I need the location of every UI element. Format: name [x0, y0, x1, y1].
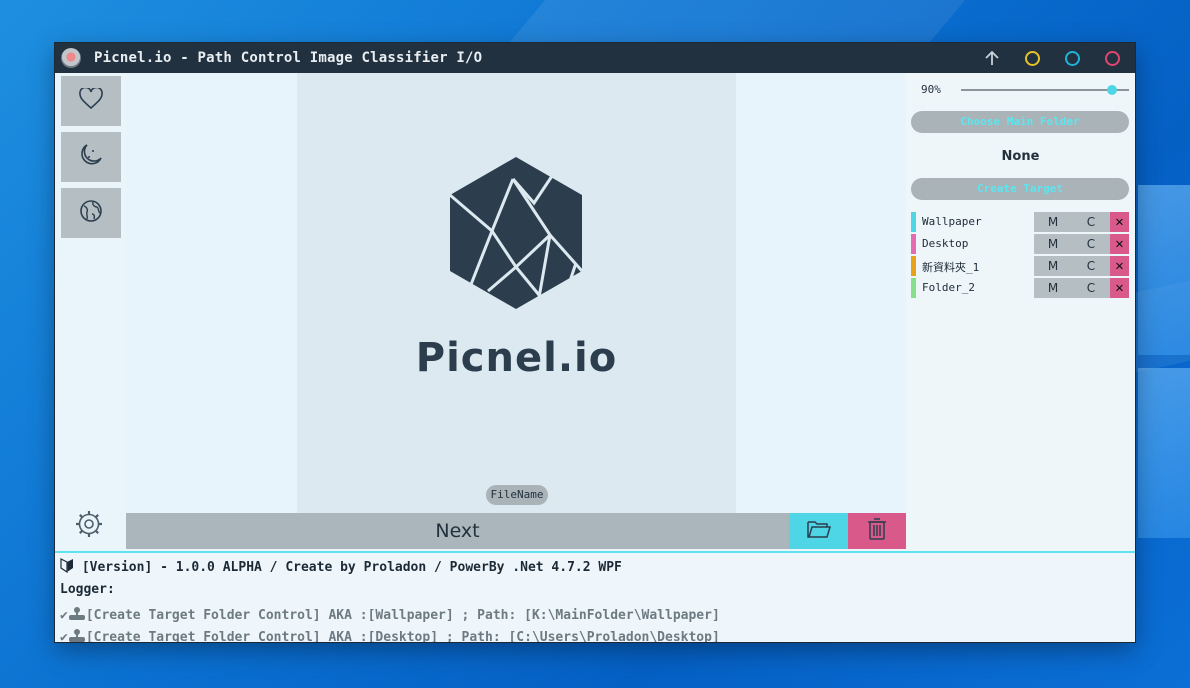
zoom-slider[interactable] — [961, 85, 1129, 95]
language-button[interactable] — [61, 188, 121, 238]
next-button[interactable]: Next — [126, 513, 789, 549]
target-copy-button[interactable]: C — [1072, 278, 1110, 298]
target-remove-button[interactable]: ✕ — [1110, 256, 1129, 276]
beginner-badge-icon — [60, 558, 73, 574]
close-button[interactable] — [1105, 51, 1120, 66]
target-move-button[interactable]: M — [1034, 234, 1072, 254]
target-move-button[interactable]: M — [1034, 256, 1072, 276]
gear-icon[interactable] — [75, 510, 103, 538]
target-move-button[interactable]: M — [1034, 278, 1072, 298]
trash-icon — [866, 517, 888, 545]
log-entry: ✔ [Create Target Folder Control] AKA :[Wa… — [60, 606, 720, 623]
target-color-bar — [911, 256, 916, 276]
check-icon: ✔ — [60, 608, 68, 623]
target-copy-button[interactable]: C — [1072, 256, 1110, 276]
create-target-button[interactable]: Create Target — [911, 178, 1129, 200]
version-line: [Version] - 1.0.0 ALPHA / Create by Prol… — [60, 558, 622, 575]
target-move-button[interactable]: M — [1034, 212, 1072, 232]
main-folder-value: None — [1001, 149, 1040, 164]
target-copy-button[interactable]: C — [1072, 212, 1110, 232]
app-window: Picnel.io - Path Control Image Classifie… — [55, 43, 1135, 642]
choose-main-folder-button[interactable]: Choose Main Folder — [911, 111, 1129, 133]
minimize-button[interactable] — [1025, 51, 1040, 66]
moon-icon — [78, 142, 104, 172]
target-color-bar — [911, 278, 916, 298]
app-icon — [61, 48, 81, 68]
arrow-up-icon[interactable] — [983, 49, 1001, 67]
logger-label: Logger: — [60, 582, 115, 597]
target-remove-button[interactable]: ✕ — [1110, 278, 1129, 298]
image-area: Picnel.io FileName — [126, 73, 906, 513]
target-row: Folder_2 M C ✕ — [911, 278, 1129, 298]
filename-badge: FileName — [486, 485, 548, 505]
check-icon: ✔ — [60, 630, 68, 642]
client-area: Picnel.io FileName Next 90% Choose Main … — [55, 73, 1135, 642]
target-remove-button[interactable]: ✕ — [1110, 212, 1129, 232]
window-title: Picnel.io - Path Control Image Classifie… — [94, 50, 483, 66]
version-text: [Version] - 1.0.0 ALPHA / Create by Prol… — [81, 560, 622, 575]
target-name: Desktop — [922, 237, 969, 250]
zoom-label: 90% — [921, 83, 941, 96]
image-preview: Picnel.io FileName — [297, 73, 736, 513]
log-pane[interactable]: [Version] - 1.0.0 ALPHA / Create by Prol… — [55, 553, 1135, 642]
heart-icon — [79, 86, 103, 114]
target-row: 新資料夾_1 M C ✕ — [911, 256, 1129, 276]
app-logo — [449, 157, 584, 310]
log-entry-text: [Create Target Folder Control] AKA :[Des… — [85, 630, 720, 642]
favorite-button[interactable] — [61, 76, 121, 126]
delete-button[interactable] — [848, 513, 906, 549]
target-color-bar — [911, 234, 916, 254]
night-mode-button[interactable] — [61, 132, 121, 182]
log-entry: ✔ [Create Target Folder Control] AKA :[De… — [60, 628, 720, 642]
target-name: Folder_2 — [922, 281, 975, 294]
target-name: 新資料夾_1 — [922, 261, 980, 274]
log-entry-text: [Create Target Folder Control] AKA :[Wal… — [85, 608, 720, 623]
globe-icon — [79, 199, 103, 227]
zoom-slider-thumb[interactable] — [1107, 85, 1118, 95]
folder-icon — [806, 519, 831, 543]
target-copy-button[interactable]: C — [1072, 234, 1110, 254]
target-color-bar — [911, 212, 916, 232]
logo-text: Picnel.io — [415, 335, 618, 381]
open-folder-button[interactable] — [789, 513, 848, 549]
target-name: Wallpaper — [922, 215, 982, 228]
joystick-icon — [68, 607, 86, 623]
left-sidebar — [55, 73, 126, 551]
target-row: Wallpaper M C ✕ — [911, 212, 1129, 232]
right-panel: 90% Choose Main Folder None Create Targe… — [906, 73, 1135, 551]
title-bar[interactable]: Picnel.io - Path Control Image Classifie… — [55, 43, 1135, 73]
maximize-button[interactable] — [1065, 51, 1080, 66]
target-row: Desktop M C ✕ — [911, 234, 1129, 254]
joystick-icon — [68, 629, 86, 642]
target-remove-button[interactable]: ✕ — [1110, 234, 1129, 254]
